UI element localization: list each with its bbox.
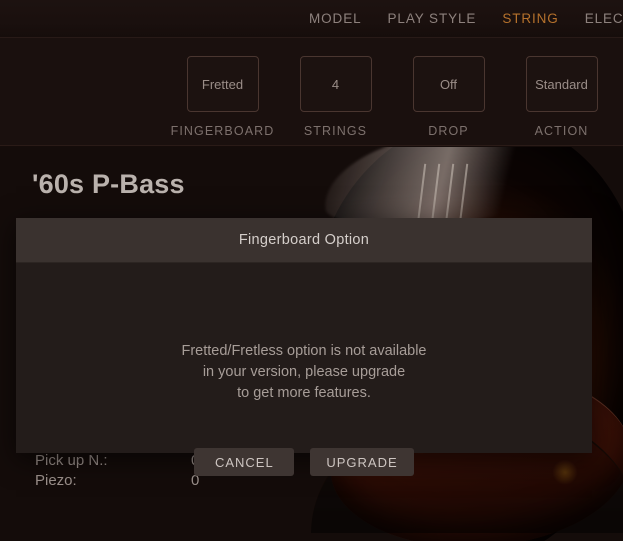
parameter-fingerboard[interactable]: Fretted FINGERBOARD [166,56,279,138]
parameter-drop[interactable]: Off DROP [392,56,505,138]
nav-item-play-style[interactable]: PLAY STYLE [375,0,490,38]
parameter-action-label: ACTION [534,124,589,138]
parameter-drop-label: DROP [428,124,469,138]
dialog-button-row: CANCEL UPGRADE [16,448,592,476]
parameter-fingerboard-label: FINGERBOARD [170,124,275,138]
preset-title: '60s P-Bass [32,169,185,199]
parameter-strings-value[interactable]: 4 [299,56,372,112]
dialog-title: Fingerboard Option [238,232,370,248]
parameter-action[interactable]: Standard ACTION [505,56,618,138]
dialog-titlebar: Fingerboard Option [16,218,592,263]
parameter-row: Fretted FINGERBOARD 4 STRINGS Off DROP S… [0,38,623,146]
app-window: MODEL PLAY STYLE STRING ELECTR Fretted F… [0,0,623,541]
nav-item-list: MODEL PLAY STYLE STRING ELECTR [296,0,623,38]
dialog-message: Fretted/Fretless option is not available… [16,341,592,404]
nav-item-string[interactable]: STRING [489,0,571,38]
cancel-button[interactable]: CANCEL [194,448,295,476]
top-navigation-bar: MODEL PLAY STYLE STRING ELECTR [0,0,623,38]
parameter-fingerboard-value[interactable]: Fretted [186,56,259,112]
dialog-message-line-1: Fretted/Fretless option is not available [181,343,427,359]
nav-item-electronics[interactable]: ELECTR [572,0,623,38]
fingerboard-option-dialog: Fingerboard Option Fretted/Fretless opti… [16,218,592,476]
parameter-strip: Fretted FINGERBOARD 4 STRINGS Off DROP S… [0,38,623,146]
parameter-drop-value[interactable]: Off [412,56,485,112]
parameter-action-value[interactable]: Standard [525,56,598,112]
dialog-body: Fretted/Fretless option is not available… [16,263,592,476]
nav-item-model[interactable]: MODEL [296,0,375,38]
upgrade-button[interactable]: UPGRADE [310,448,414,476]
dialog-message-line-3: to get more features. [237,385,371,401]
dialog-message-line-2: in your version, please upgrade [202,364,406,380]
parameter-strings-label: STRINGS [303,124,368,138]
parameter-strings[interactable]: 4 STRINGS [279,56,392,138]
